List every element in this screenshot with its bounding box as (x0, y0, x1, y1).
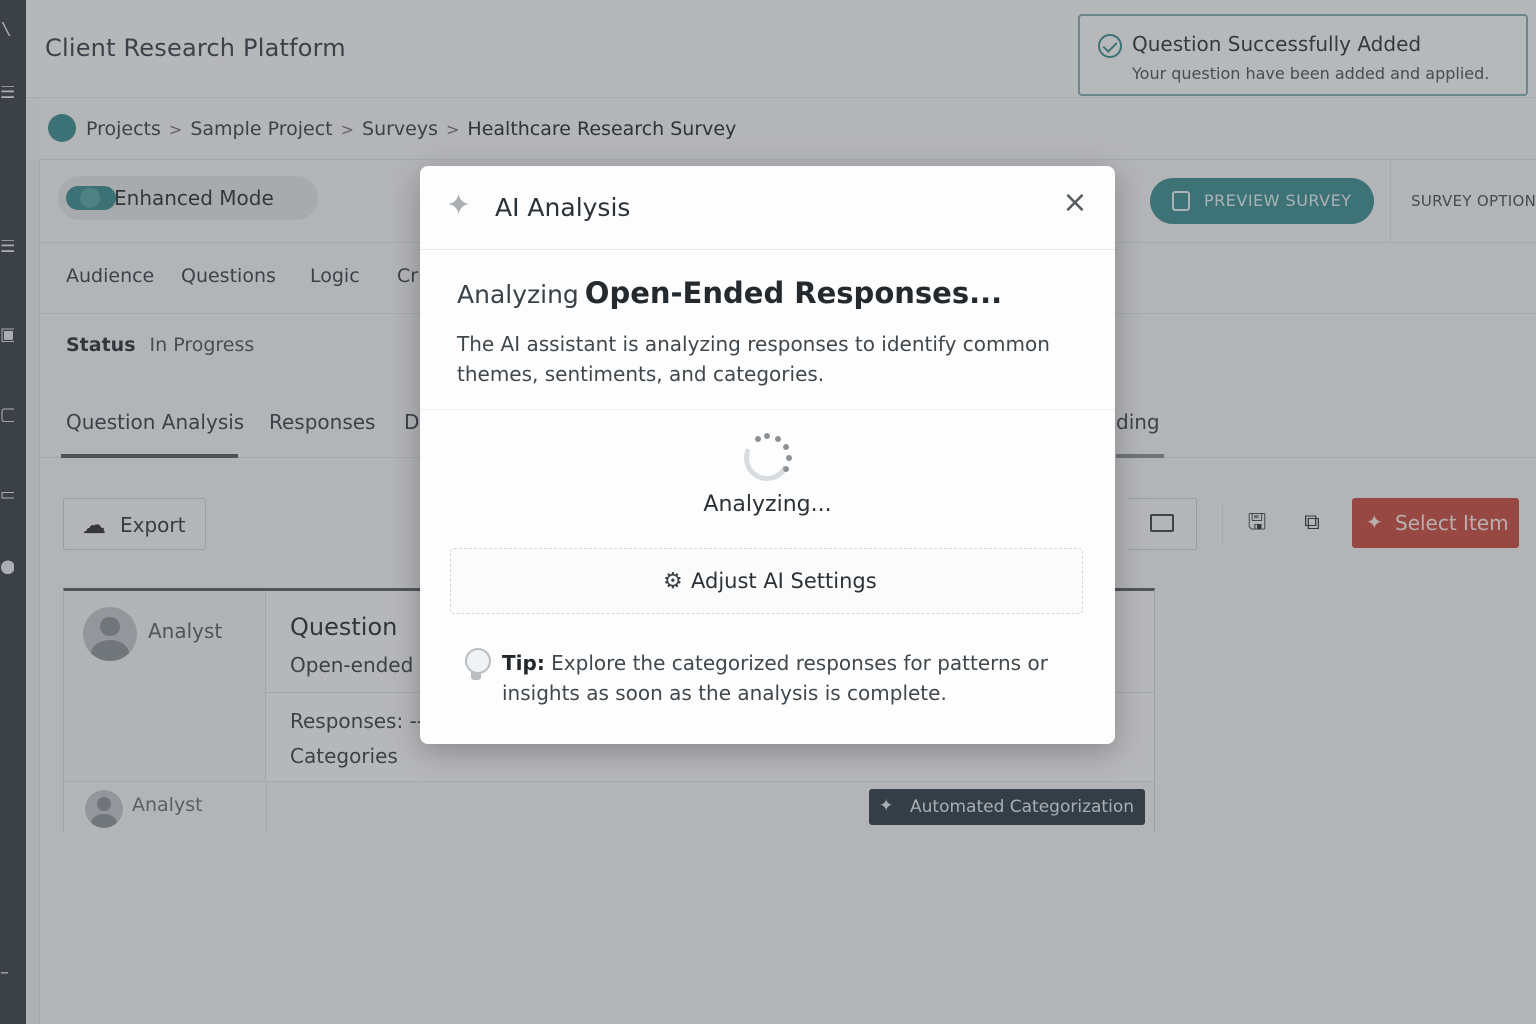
modal-header: ✦ AI Analysis × (420, 166, 1115, 250)
modal-heading: Analyzing Open-Ended Responses... (457, 276, 1003, 310)
analyzing-status: Analyzing... (703, 492, 832, 517)
gear-icon: ⚙ (663, 569, 683, 594)
tip-text: Tip: Explore the categorized responses f… (502, 651, 1048, 705)
lightbulb-icon (464, 648, 491, 682)
ai-analysis-modal: ✦ AI Analysis × Analyzing Open-Ended Resp… (420, 166, 1115, 744)
sparkle-icon: ✦ (446, 188, 472, 223)
adjust-ai-settings-button[interactable]: ⚙ Adjust AI Settings (450, 548, 1083, 614)
modal-title: AI Analysis (495, 193, 631, 222)
modal-description: The AI assistant is analyzing responses … (457, 332, 1050, 386)
loading-spinner-icon (737, 428, 797, 488)
close-icon[interactable]: × (1062, 188, 1088, 218)
